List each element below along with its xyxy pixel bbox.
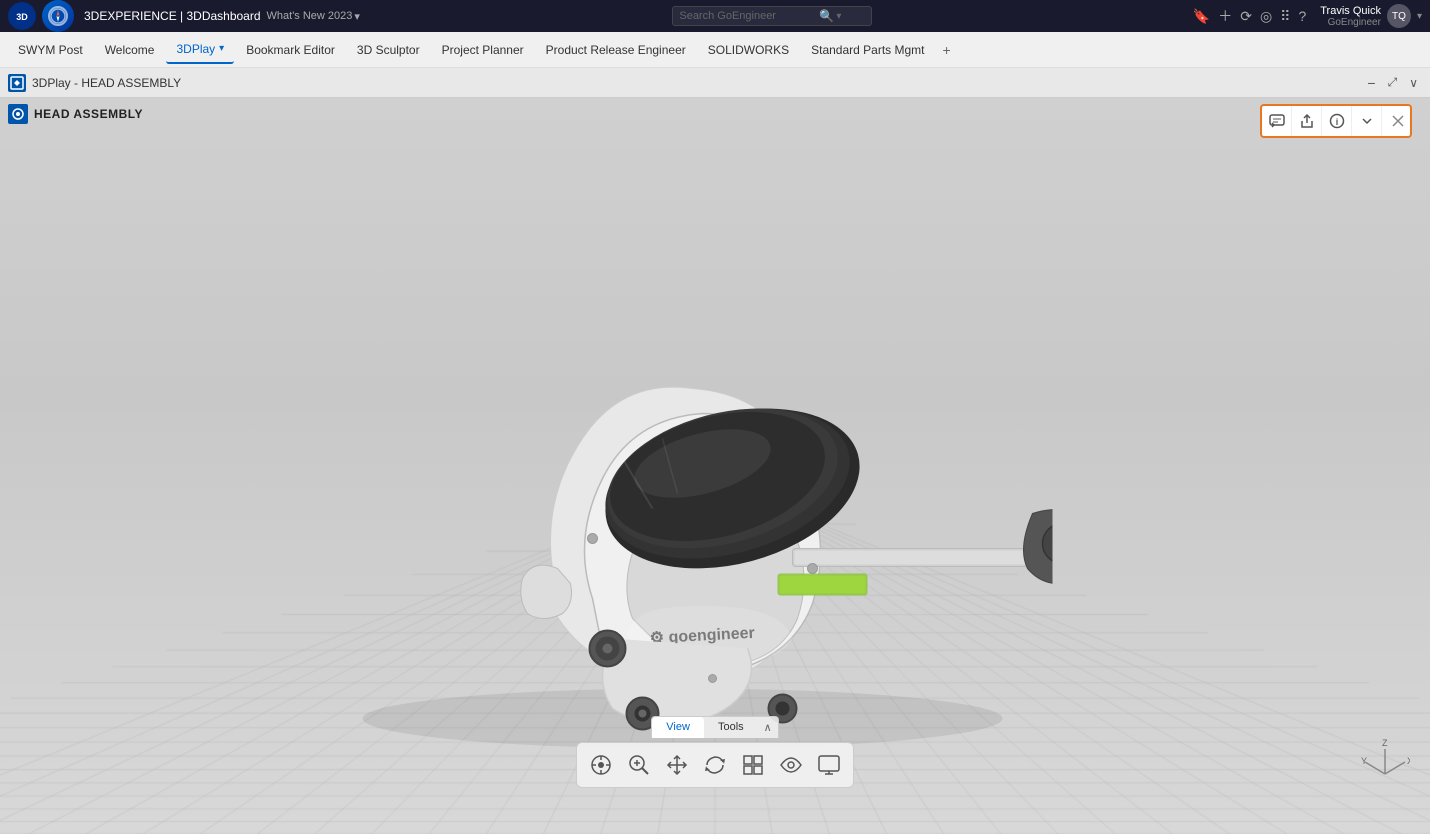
whats-new-button[interactable]: What's New 2023 ▾ [267, 10, 360, 23]
toolbar-tabs: View Tools ∧ [651, 716, 778, 738]
community-icon[interactable]: ◎ [1260, 8, 1272, 25]
help-icon[interactable]: ? [1298, 8, 1306, 24]
zoom-button[interactable] [621, 747, 657, 783]
sidebar-item-solidworks[interactable]: SOLIDWORKS [698, 37, 799, 63]
bottom-toolbar: View Tools ∧ [576, 716, 854, 788]
share-panel-button[interactable] [1292, 106, 1322, 136]
3dplay-dropdown-icon[interactable]: ▾ [219, 43, 224, 54]
app-title: 3DEXPERIENCE | 3DDashboard [84, 9, 261, 23]
top-bar: 3D 3DEXPERIENCE | 3DDashboard What's New… [0, 0, 1430, 32]
minimize-button[interactable]: − [1363, 75, 1379, 91]
user-dropdown-icon[interactable]: ▾ [1417, 11, 1422, 22]
sidebar-item-3dplay[interactable]: 3DPlay ▾ [166, 36, 234, 64]
axes-indicator: X Y Z [1360, 734, 1410, 784]
sidebar-item-swym-post[interactable]: SWYM Post [8, 37, 93, 63]
assembly-label: HEAD ASSEMBLY [8, 104, 143, 124]
sidebar-item-standard-parts-mgmt[interactable]: Standard Parts Mgmt [801, 37, 934, 63]
svg-text:i: i [1335, 117, 1338, 127]
display-button[interactable] [811, 747, 847, 783]
pan-button[interactable] [659, 747, 695, 783]
search-icon[interactable]: 🔍 [819, 9, 834, 23]
toolbar-expand-button[interactable]: ∧ [758, 717, 778, 738]
user-company: GoEngineer [1320, 17, 1381, 28]
apps-icon[interactable]: ⠿ [1280, 8, 1290, 25]
search-dropdown-icon[interactable]: ▾ [836, 11, 841, 22]
assembly-icon [8, 104, 28, 124]
content-area: 3DPlay - HEAD ASSEMBLY − ⤢ ∨ HEAD ASSEMB… [0, 68, 1430, 804]
info-button[interactable]: i [1322, 106, 1352, 136]
user-section: Travis Quick GoEngineer TQ ▾ [1320, 4, 1422, 28]
3ds-logo[interactable]: 3D [8, 2, 36, 30]
top-right-icons: 🔖 ＋ ⟳ ◎ ⠿ ? [1193, 6, 1306, 26]
sidebar-item-welcome[interactable]: Welcome [95, 37, 165, 63]
fit-all-button[interactable] [735, 747, 771, 783]
toolbar-icons [576, 742, 854, 788]
panel-controls: i [1260, 104, 1412, 138]
view-modes-button[interactable] [773, 747, 809, 783]
viewport-header: 3DPlay - HEAD ASSEMBLY − ⤢ ∨ [0, 68, 1430, 98]
logo-area: 3D [8, 0, 74, 32]
search-bar: 🔍 ▾ [672, 6, 872, 26]
search-input[interactable] [679, 10, 819, 22]
user-name: Travis Quick [1320, 5, 1381, 17]
compass-button[interactable] [42, 0, 74, 32]
maximize-button[interactable]: ⤢ [1384, 75, 1402, 90]
viewport-icon [8, 74, 26, 92]
3d-model: ⚙ goengineer [303, 219, 1053, 769]
sidebar-item-3d-sculptor[interactable]: 3D Sculptor [347, 37, 430, 63]
expand-panel-button[interactable] [1352, 106, 1382, 136]
home-view-button[interactable] [583, 747, 619, 783]
rotate-button[interactable] [697, 747, 733, 783]
add-tab-button[interactable]: + [937, 38, 957, 62]
viewport-title: 3DPlay - HEAD ASSEMBLY [32, 76, 181, 90]
svg-text:Z: Z [1382, 738, 1388, 748]
chat-button[interactable] [1262, 106, 1292, 136]
svg-text:3D: 3D [16, 12, 28, 22]
user-avatar[interactable]: TQ [1387, 4, 1411, 28]
nav-bar: SWYM Post Welcome 3DPlay ▾ Bookmark Edit… [0, 32, 1430, 68]
compass-inner [48, 6, 68, 26]
bookmark-icon[interactable]: 🔖 [1193, 8, 1210, 25]
add-widget-icon[interactable]: ＋ [1218, 6, 1232, 26]
tab-view[interactable]: View [652, 717, 704, 738]
share-icon[interactable]: ⟳ [1240, 8, 1252, 25]
sidebar-item-product-release-engineer[interactable]: Product Release Engineer [536, 37, 696, 63]
close-panel-button[interactable] [1386, 109, 1410, 133]
svg-text:Y: Y [1361, 756, 1367, 766]
tab-tools[interactable]: Tools [704, 717, 758, 738]
sidebar-item-bookmark-editor[interactable]: Bookmark Editor [236, 37, 345, 63]
sidebar-item-project-planner[interactable]: Project Planner [432, 37, 534, 63]
assembly-name: HEAD ASSEMBLY [34, 107, 143, 121]
panel-dropdown-button[interactable]: ∨ [1405, 76, 1422, 90]
svg-text:X: X [1407, 756, 1410, 766]
